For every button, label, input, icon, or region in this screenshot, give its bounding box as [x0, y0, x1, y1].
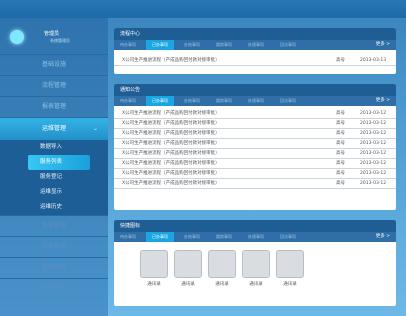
list-item[interactable]: X公司生产推进流程（产成品购回付款对接审批） 高号 2013-03-12 [114, 179, 396, 189]
tab-closed[interactable]: 办结事项 [178, 232, 206, 242]
list-item[interactable]: X公司生产推进流程（产成品购回付款对接审批） 高号 2013-03-12 [114, 139, 396, 149]
shortcut-contacts[interactable]: 通讯录 [242, 250, 270, 287]
list-item[interactable]: X公司生产推进流程（产成品购回付款对接审批） 高号 2013-03-13 [114, 56, 396, 66]
contacts-icon [174, 250, 202, 278]
shortcut-grid: 通讯录 通讯录 通讯录 通讯录 通讯录 [114, 242, 396, 306]
submenu-item-service-list[interactable]: 服务列表 [28, 155, 90, 170]
tab-todo[interactable]: 待办事项 [114, 96, 142, 106]
submenu-item-ops-history[interactable]: 运维历史 [0, 200, 108, 215]
list-item[interactable]: X公司生产推进流程（产成品购回付款对接审批） 高号 2013-03-12 [114, 129, 396, 139]
contacts-icon [208, 250, 236, 278]
more-link[interactable]: 更多 > [376, 96, 390, 106]
notice-panel: 通知公告 待办事项 已办事项 办结事项 跟踪事项 处理事项 回访事项 更多 > … [114, 84, 396, 210]
tab-done[interactable]: 已办事项 [146, 232, 174, 242]
contacts-icon [242, 250, 270, 278]
more-link[interactable]: 更多 > [376, 40, 390, 50]
shortcut-contacts[interactable]: 通讯录 [276, 250, 304, 287]
tab-return-visit[interactable]: 回访事项 [274, 232, 302, 242]
more-link[interactable]: 更多 > [376, 232, 390, 242]
panel-title: 快捷图标 [114, 220, 396, 232]
sidebar-item-reports[interactable]: 报表管理 [0, 96, 108, 117]
submenu-item-service-register[interactable]: 服务登记 [0, 170, 108, 185]
sidebar-item-infrastructure[interactable]: 基础设施 [0, 54, 108, 75]
sidebar-item-process[interactable]: 流程管理 [0, 75, 108, 96]
tab-tracking[interactable]: 跟踪事项 [210, 96, 238, 106]
sidebar-item-reports[interactable]: 报表管理 [0, 236, 108, 257]
list-item[interactable]: X公司生产推进流程（产成品购回付款对接审批） 高号 2013-03-12 [114, 109, 396, 119]
user-panel: 管理员 系统管理员 [0, 18, 108, 54]
sidebar-submenu: 数据导入 服务列表 服务登记 运维显示 运维历史 [0, 140, 108, 215]
tab-done[interactable]: 已办事项 [146, 40, 174, 50]
tab-handling[interactable]: 处理事项 [242, 232, 270, 242]
submenu-item-data-import[interactable]: 数据导入 [0, 140, 108, 155]
tab-closed[interactable]: 办结事项 [178, 96, 206, 106]
shortcuts-panel: 快捷图标 待办事项 已办事项 办结事项 跟踪事项 处理事项 回访事项 更多 > … [114, 220, 396, 306]
tab-tracking[interactable]: 跟踪事项 [210, 40, 238, 50]
sidebar-item-reports[interactable]: 报表管理 [0, 257, 108, 278]
tab-return-visit[interactable]: 回访事项 [274, 40, 302, 50]
shortcut-contacts[interactable]: 通讯录 [208, 250, 236, 287]
tab-closed[interactable]: 办结事项 [178, 40, 206, 50]
tab-bar: 待办事项 已办事项 办结事项 跟踪事项 处理事项 回访事项 更多 > [114, 232, 396, 242]
panel-title: 通知公告 [114, 84, 396, 96]
shortcut-contacts[interactable]: 通讯录 [140, 250, 168, 287]
sidebar-item-label: 运维管理 [41, 125, 66, 132]
sidebar: 管理员 系统管理员 基础设施 流程管理 报表管理 运维管理 ⌄ 数据导入 服务列… [0, 18, 108, 316]
tab-todo[interactable]: 待办事项 [114, 40, 142, 50]
chevron-down-icon: ⌄ [92, 125, 98, 132]
user-name: 管理员 [44, 31, 60, 37]
process-center-panel: 流程中心 待办事项 已办事项 办结事项 跟踪事项 处理事项 回访事项 更多 > … [114, 28, 396, 74]
tab-todo[interactable]: 待办事项 [114, 232, 142, 242]
list-item[interactable]: X公司生产推进流程（产成品购回付款对接审批） 高号 2013-03-12 [114, 159, 396, 169]
contacts-icon [276, 250, 304, 278]
tab-handling[interactable]: 处理事项 [242, 96, 270, 106]
shortcut-contacts[interactable]: 通讯录 [174, 250, 202, 287]
contacts-icon [140, 250, 168, 278]
submenu-item-ops-display[interactable]: 运维显示 [0, 185, 108, 200]
list-item[interactable]: X公司生产推进流程（产成品购回付款对接审批） 高号 2013-03-12 [114, 119, 396, 129]
list-item[interactable]: X公司生产推进流程（产成品购回付款对接审批） 高号 2013-03-12 [114, 149, 396, 159]
tab-handling[interactable]: 处理事项 [242, 40, 270, 50]
list-item[interactable]: X公司生产推进流程（产成品购回付款对接审批） 高号 2013-03-12 [114, 169, 396, 179]
panel-title: 流程中心 [114, 28, 396, 40]
tab-bar: 待办事项 已办事项 办结事项 跟踪事项 处理事项 回访事项 更多 > [114, 40, 396, 50]
user-role: 系统管理员 [50, 38, 70, 43]
sidebar-item-reports[interactable]: 报表管理 [0, 215, 108, 236]
top-bar [0, 0, 406, 18]
tab-return-visit[interactable]: 回访事项 [274, 96, 302, 106]
sidebar-item-reports[interactable]: 报表管理 [0, 278, 108, 299]
avatar[interactable] [10, 30, 24, 44]
tab-done[interactable]: 已办事项 [146, 96, 174, 106]
sidebar-item-ops[interactable]: 运维管理 ⌄ [0, 117, 108, 140]
tab-tracking[interactable]: 跟踪事项 [210, 232, 238, 242]
tab-bar: 待办事项 已办事项 办结事项 跟踪事项 处理事项 回访事项 更多 > [114, 96, 396, 106]
